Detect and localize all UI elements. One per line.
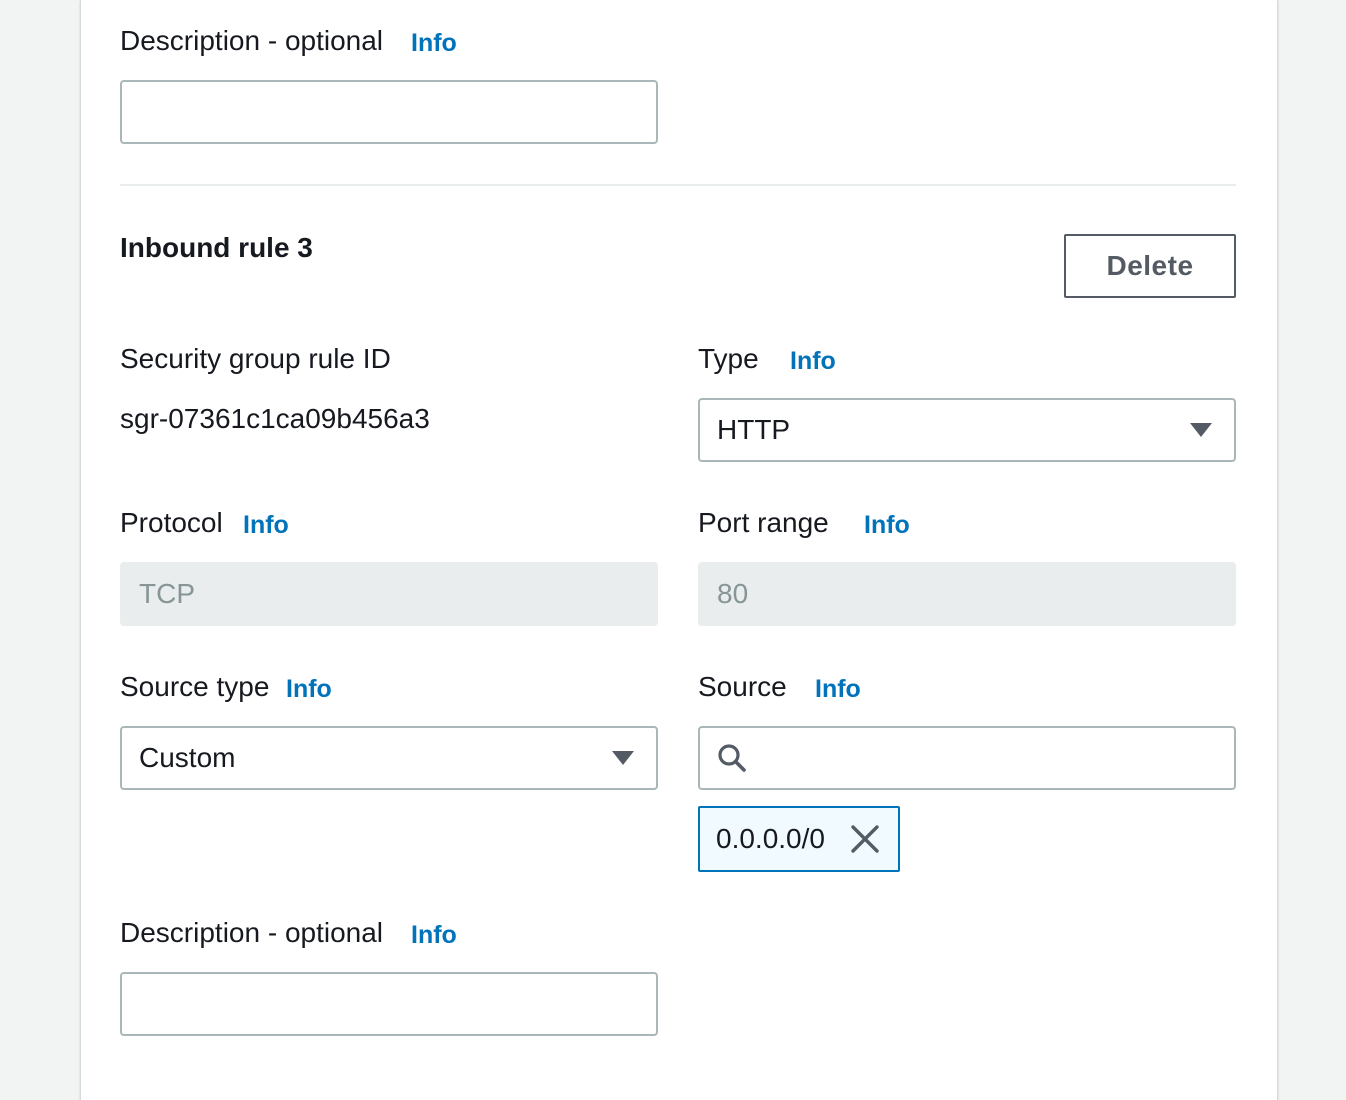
rule-id-label: Security group rule ID — [120, 343, 391, 374]
type-select-value: HTTP — [717, 414, 791, 445]
source-token-label: 0.0.0.0/0 — [716, 823, 825, 854]
search-icon — [718, 744, 746, 772]
type-info-link[interactable]: Info — [790, 347, 836, 376]
protocol-label: Protocol — [120, 507, 223, 538]
port-range-field-value: 80 — [717, 578, 749, 609]
source-label: Source — [698, 671, 787, 702]
source-token: 0.0.0.0/0 — [698, 806, 900, 872]
top-description-info-link[interactable]: Info — [411, 29, 457, 58]
caret-down-icon — [1190, 423, 1212, 437]
port-range-field: 80 — [698, 562, 1236, 626]
close-icon[interactable] — [850, 824, 880, 854]
top-description-input[interactable] — [120, 80, 658, 144]
type-label: Type — [698, 343, 759, 374]
source-type-info-link[interactable]: Info — [286, 675, 332, 704]
description-info-link[interactable]: Info — [411, 921, 457, 950]
description-label: Description - optional — [120, 917, 384, 948]
rule-id-value: sgr-07361c1ca09b456a3 — [120, 403, 430, 434]
inbound-rule-heading: Inbound rule 3 — [120, 232, 313, 263]
source-search-input[interactable] — [698, 726, 1236, 790]
caret-down-icon — [612, 751, 634, 765]
delete-button[interactable]: Delete — [1064, 234, 1236, 298]
source-type-label: Source type — [120, 671, 270, 702]
source-type-select-value: Custom — [139, 742, 236, 773]
port-range-info-link[interactable]: Info — [864, 511, 910, 540]
description-input[interactable] — [120, 972, 658, 1036]
protocol-info-link[interactable]: Info — [243, 511, 289, 540]
protocol-field: TCP — [120, 562, 658, 626]
rule-divider — [120, 184, 1236, 186]
source-type-select[interactable]: Custom — [120, 726, 658, 790]
port-range-label: Port range — [698, 507, 829, 538]
protocol-field-value: TCP — [139, 578, 195, 609]
source-info-link[interactable]: Info — [815, 675, 861, 704]
top-description-label: Description - optional — [120, 25, 384, 56]
type-select[interactable]: HTTP — [698, 398, 1236, 462]
